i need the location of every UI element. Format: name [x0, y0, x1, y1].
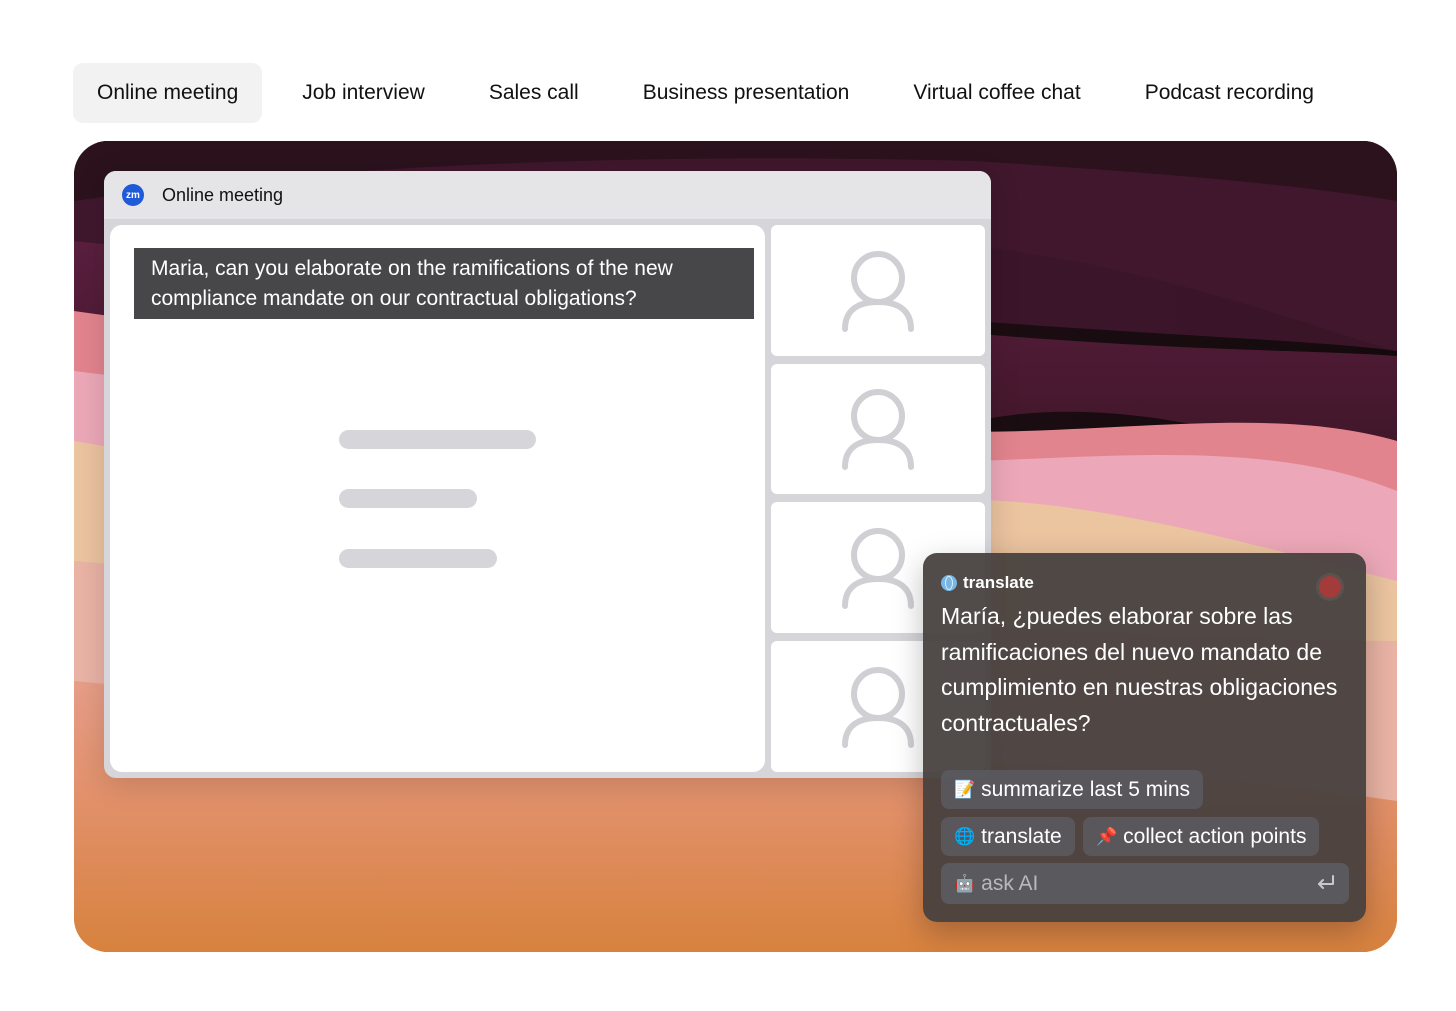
- pushpin-icon: 📌: [1096, 826, 1118, 846]
- globe-icon: 🌐: [954, 826, 976, 846]
- tab-virtual-coffee-chat[interactable]: Virtual coffee chat: [889, 63, 1104, 123]
- tab-podcast-recording[interactable]: Podcast recording: [1121, 63, 1338, 123]
- ai-mode-label: translate: [963, 573, 1034, 592]
- globe-icon: [941, 575, 957, 591]
- zoom-app-icon: zm: [122, 184, 144, 206]
- participant-tile[interactable]: [771, 225, 985, 356]
- tab-sales-call[interactable]: Sales call: [465, 63, 603, 123]
- placeholder-line: [339, 549, 497, 568]
- collect-action-points-button[interactable]: 📌 collect action points: [1083, 817, 1320, 856]
- tab-job-interview[interactable]: Job interview: [278, 63, 449, 123]
- ai-assistant-panel: translate María, ¿puedes elaborar sobre …: [923, 553, 1366, 922]
- live-caption: Maria, can you elaborate on the ramifica…: [134, 248, 754, 319]
- ask-ai-field[interactable]: 🤖: [941, 863, 1349, 904]
- memo-icon: 📝: [954, 779, 976, 799]
- window-titlebar: zm Online meeting: [104, 171, 991, 219]
- robot-icon: 🤖: [954, 873, 976, 893]
- summarize-label: summarize last 5 mins: [981, 777, 1191, 801]
- person-outline-icon: [842, 666, 914, 748]
- translate-label: translate: [981, 824, 1062, 848]
- summarize-button[interactable]: 📝 summarize last 5 mins: [941, 770, 1204, 809]
- ask-ai-input[interactable]: [981, 871, 1336, 896]
- record-indicator-button[interactable]: [1319, 576, 1341, 598]
- ai-mode-header: translate: [941, 573, 1034, 593]
- tab-business-presentation[interactable]: Business presentation: [619, 63, 874, 123]
- meeting-window: zm Online meeting Maria, can you elabora…: [104, 171, 991, 778]
- placeholder-line: [339, 430, 536, 449]
- collect-action-points-label: collect action points: [1123, 824, 1307, 848]
- translate-button[interactable]: 🌐 translate: [941, 817, 1075, 856]
- translation-output: María, ¿puedes elaborar sobre las ramifi…: [941, 603, 1338, 736]
- enter-return-icon[interactable]: [1315, 873, 1337, 893]
- placeholder-line: [339, 489, 477, 508]
- person-outline-icon: [842, 250, 914, 332]
- participant-tile[interactable]: [771, 364, 985, 494]
- person-outline-icon: [842, 527, 914, 609]
- person-outline-icon: [842, 389, 914, 470]
- tab-online-meeting[interactable]: Online meeting: [73, 63, 263, 123]
- window-title: Online meeting: [162, 184, 284, 205]
- shared-screen-panel: Maria, can you elaborate on the ramifica…: [110, 225, 765, 772]
- scenario-tabs: Online meeting Job interview Sales call …: [73, 63, 1338, 123]
- desktop-stage: zm Online meeting Maria, can you elabora…: [74, 141, 1397, 952]
